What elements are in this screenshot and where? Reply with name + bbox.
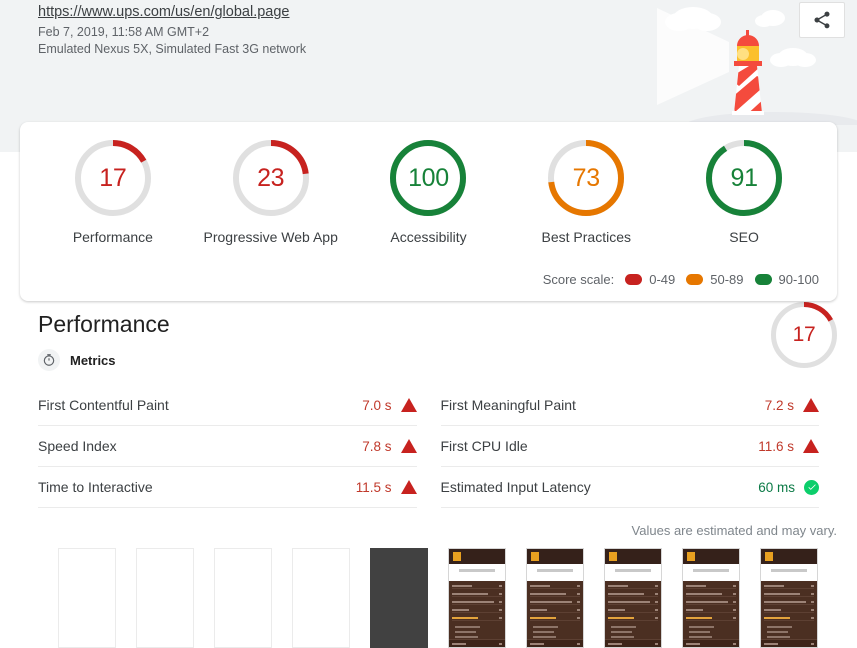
- audited-url-link[interactable]: https://www.ups.com/us/en/global.page: [38, 2, 306, 22]
- gauge-score-value: 91: [730, 163, 758, 192]
- metrics-column-right: First Meaningful Paint 7.2 s First CPU I…: [440, 385, 819, 508]
- report-meta: https://www.ups.com/us/en/global.page Fe…: [38, 2, 306, 58]
- metric-row[interactable]: First Contentful Paint 7.0 s: [38, 385, 417, 426]
- score-gauge-performance[interactable]: 17 Performance: [38, 140, 188, 246]
- metric-value: 7.2 s: [764, 397, 794, 413]
- metric-row[interactable]: Estimated Input Latency 60 ms: [440, 467, 819, 508]
- metric-name: First Contentful Paint: [38, 397, 169, 413]
- metric-value: 7.0 s: [362, 397, 392, 413]
- metric-row[interactable]: First Meaningful Paint 7.2 s: [440, 385, 819, 426]
- score-scale-label: Score scale:: [542, 272, 615, 287]
- score-gauge-accessibility[interactable]: 100 Accessibility: [353, 140, 503, 246]
- metric-row[interactable]: Time to Interactive 11.5 s: [38, 467, 417, 508]
- scale-text-average: 50-89: [710, 272, 744, 287]
- metrics-grid: First Contentful Paint 7.0 s Speed Index…: [38, 385, 819, 508]
- metric-result: 7.2 s: [765, 398, 819, 413]
- metric-value: 7.8 s: [362, 438, 392, 454]
- filmstrip-frame: [604, 548, 662, 648]
- performance-section: Performance 17 Metrics First Contentful …: [0, 296, 857, 648]
- scale-text-fail: 0-49: [649, 272, 676, 287]
- gauge-score-value: 100: [408, 163, 449, 192]
- gauge-label: Progressive Web App: [203, 229, 338, 245]
- metric-result: 60 ms: [758, 479, 819, 495]
- gauge-ring: 73: [548, 140, 625, 216]
- metric-value: 11.5 s: [355, 479, 392, 495]
- gauge-score-value: 73: [572, 163, 601, 192]
- score-gauge-seo[interactable]: 91 SEO: [669, 140, 819, 246]
- scale-dot-average: [686, 274, 704, 285]
- metric-value: 11.6 s: [758, 438, 794, 454]
- score-scale-legend: Score scale: 0-49 50-89 90-100: [20, 246, 837, 301]
- scale-dot-fail: [625, 274, 643, 285]
- scale-item-average: 50-89: [686, 272, 744, 287]
- gauge-ring: 23: [232, 140, 309, 216]
- warning-triangle-icon: [400, 439, 417, 453]
- score-summary-card: 17 Performance 23 Progressive Web App 10…: [20, 122, 837, 301]
- gauge-ring: 17: [771, 302, 837, 368]
- stopwatch-icon: [38, 349, 60, 371]
- metric-row[interactable]: Speed Index 7.8 s: [38, 426, 417, 467]
- gauge-label: Performance: [72, 229, 153, 245]
- warning-triangle-icon: [400, 398, 417, 412]
- filmstrip-frame: [760, 548, 818, 648]
- filmstrip-frame: [682, 548, 740, 648]
- metric-result: 7.0 s: [362, 397, 417, 413]
- gauge-label: SEO: [729, 229, 759, 245]
- metric-name: Estimated Input Latency: [440, 479, 591, 495]
- warning-triangle-icon: [803, 439, 819, 453]
- metric-name: Time to Interactive: [38, 479, 153, 495]
- screenshot-filmstrip: [58, 548, 857, 648]
- metric-row[interactable]: First CPU Idle 11.6 s: [440, 426, 819, 467]
- scale-text-pass: 90-100: [778, 272, 819, 287]
- metrics-column-left: First Contentful Paint 7.0 s Speed Index…: [38, 385, 417, 508]
- scale-item-pass: 90-100: [754, 272, 819, 287]
- gauge-score-value: 17: [792, 323, 816, 346]
- metric-value: 60 ms: [758, 479, 795, 495]
- filmstrip-frame: [136, 548, 194, 648]
- metrics-header: Metrics: [38, 349, 857, 371]
- filmstrip-frame: [214, 548, 272, 648]
- filmstrip-frame: [292, 548, 350, 648]
- filmstrip-frame: [448, 548, 506, 648]
- metric-result: 7.8 s: [362, 438, 417, 454]
- scale-dot-pass: [754, 274, 772, 285]
- performance-score-gauge: 17: [771, 302, 837, 368]
- report-environment: Emulated Nexus 5X, Simulated Fast 3G net…: [38, 42, 307, 56]
- metric-name: Speed Index: [38, 438, 117, 454]
- estimate-disclaimer: Values are estimated and may vary.: [631, 523, 837, 538]
- page-title: Performance: [38, 311, 170, 337]
- warning-triangle-icon: [803, 398, 819, 412]
- share-icon: [814, 11, 830, 29]
- metric-name: First CPU Idle: [440, 438, 528, 454]
- gauge-ring: 17: [74, 140, 151, 216]
- warning-triangle-icon: [400, 480, 417, 494]
- gauge-ring: 91: [706, 140, 783, 216]
- scale-item-fail: 0-49: [625, 272, 675, 287]
- score-gauge-progressive-web-app[interactable]: 23 Progressive Web App: [196, 140, 346, 246]
- gauge-ring: 100: [390, 140, 467, 216]
- metric-name: First Meaningful Paint: [440, 397, 576, 413]
- score-gauges: 17 Performance 23 Progressive Web App 10…: [20, 140, 837, 246]
- metric-result: 11.6 s: [758, 439, 819, 454]
- score-gauge-best-practices[interactable]: 73 Best Practices: [511, 140, 661, 246]
- gauge-score-value: 17: [99, 163, 127, 192]
- check-circle-icon: [804, 479, 819, 495]
- filmstrip-frame: [370, 548, 428, 648]
- report-timestamp: Feb 7, 2019, 11:58 AM GMT+2: [38, 25, 210, 39]
- metric-result: 11.5 s: [356, 480, 417, 495]
- filmstrip-frame: [58, 548, 116, 648]
- share-button[interactable]: [799, 2, 845, 38]
- gauge-score-value: 23: [257, 163, 285, 192]
- metrics-title: Metrics: [70, 352, 116, 368]
- performance-header: Performance 17: [0, 296, 857, 368]
- gauge-label: Best Practices: [541, 229, 632, 245]
- filmstrip-frame: [526, 548, 584, 648]
- gauge-label: Accessibility: [390, 229, 467, 245]
